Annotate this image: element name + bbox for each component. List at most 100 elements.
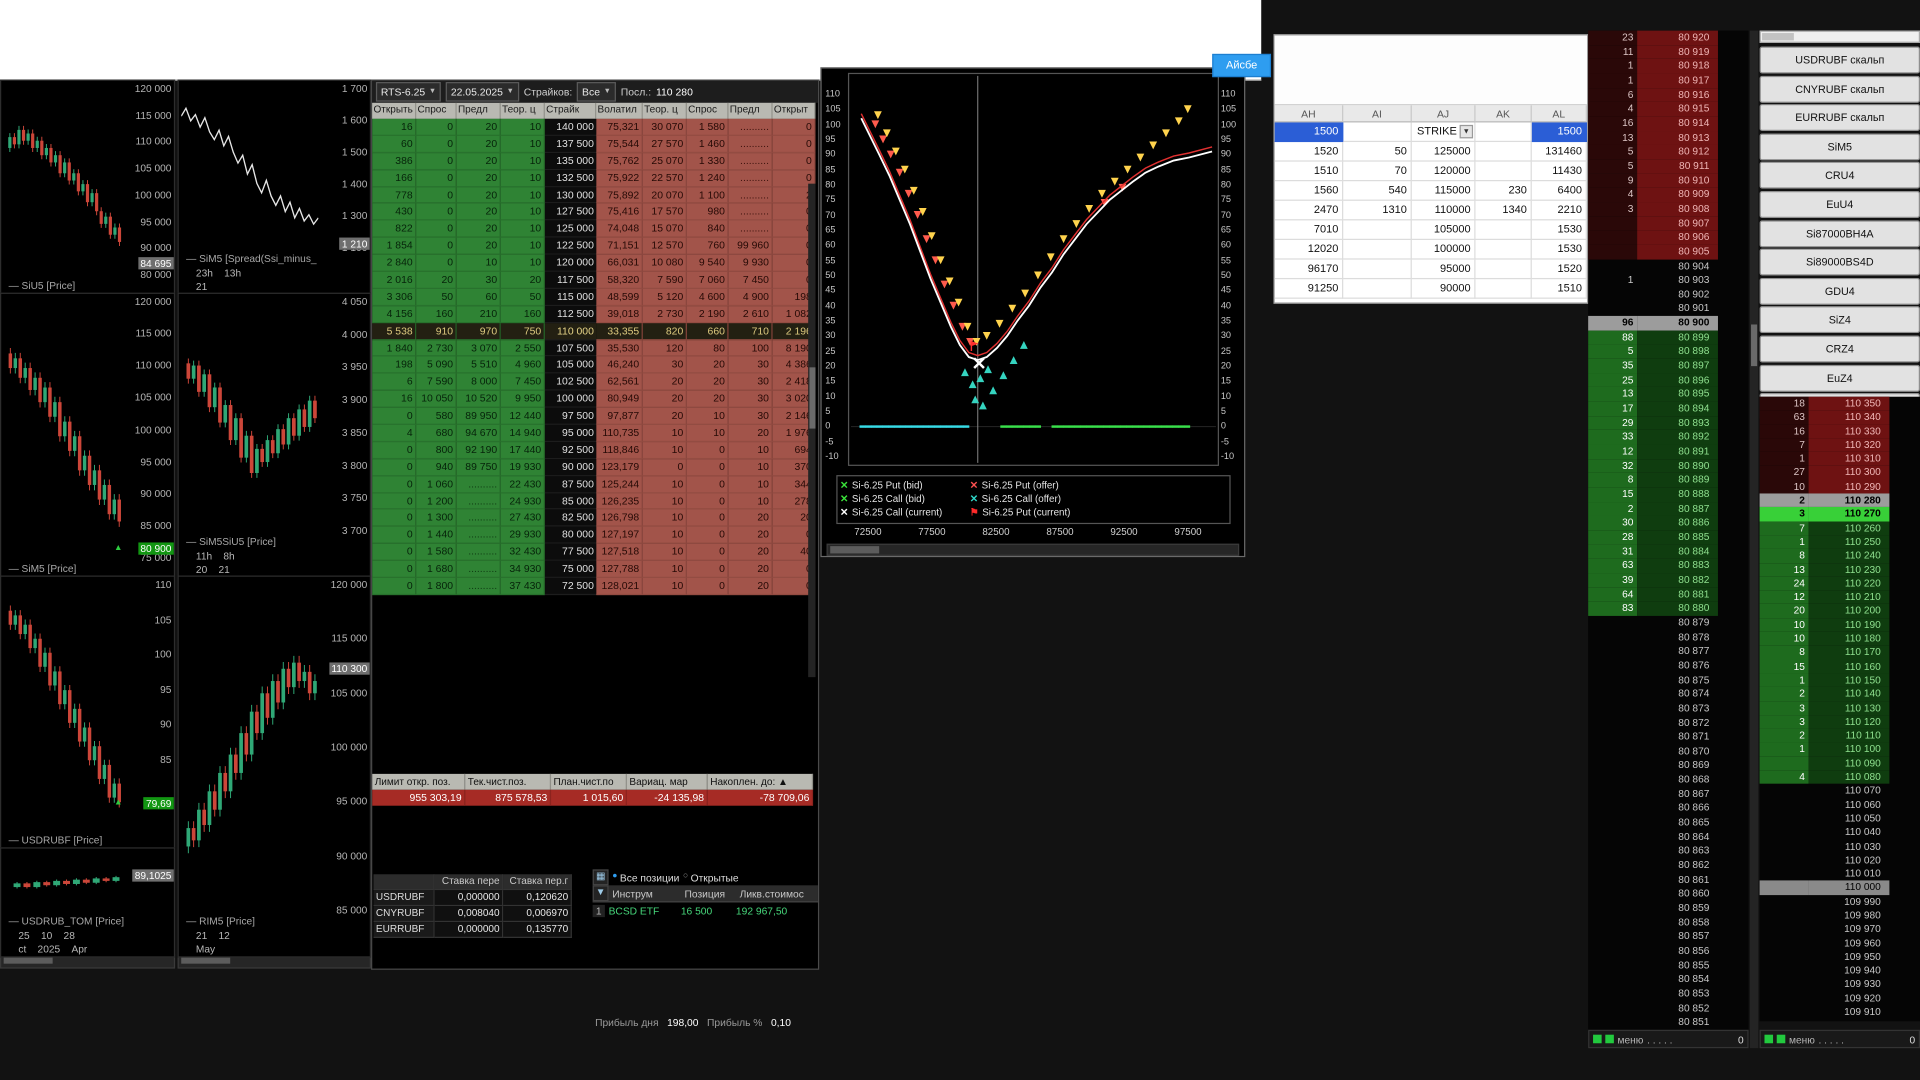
strike-cell[interactable]: 107 500 xyxy=(545,340,596,357)
dom-volume-cell[interactable]: 83 xyxy=(1588,602,1637,616)
dom-price-cell[interactable]: 110 200 xyxy=(1809,604,1890,618)
options-cell[interactable]: 1 580 xyxy=(687,119,729,136)
dom-price-cell[interactable]: 80 910 xyxy=(1637,173,1718,187)
dom-volume-cell[interactable] xyxy=(1588,259,1637,273)
dom-volume-cell[interactable] xyxy=(1588,858,1637,872)
column-header[interactable]: AI xyxy=(1343,105,1412,122)
options-cell[interactable]: 127,788 xyxy=(596,561,643,578)
options-cell[interactable]: 20 xyxy=(416,272,456,289)
options-cell[interactable]: 840 xyxy=(687,221,729,238)
options-cell[interactable]: 10 xyxy=(729,493,773,510)
dom-volume-cell[interactable]: 15 xyxy=(1760,660,1809,674)
options-cell[interactable]: 660 xyxy=(687,323,729,340)
dom-price-cell[interactable]: 80 908 xyxy=(1637,202,1718,216)
options-cell[interactable]: 1 330 xyxy=(687,153,729,170)
dom-price-cell[interactable]: 80 861 xyxy=(1637,873,1718,887)
options-cell[interactable]: .......... xyxy=(457,578,501,595)
options-cell[interactable]: 0 xyxy=(687,510,729,527)
options-cell[interactable]: 2 840 xyxy=(372,255,416,272)
dom-volume-cell[interactable] xyxy=(1588,673,1637,687)
chart-panel-usdrubf[interactable]: 11010510095908579,69▲— USDRUBF [Price] xyxy=(0,576,175,850)
dom-volume-cell[interactable]: 8 xyxy=(1588,473,1637,487)
options-cell[interactable]: 10 xyxy=(501,204,545,221)
dom-volume-cell[interactable] xyxy=(1588,973,1637,987)
strike-cell[interactable]: 85 000 xyxy=(545,493,596,510)
dom-volume-cell[interactable]: 18 xyxy=(1760,397,1809,411)
options-cell[interactable]: 10 080 xyxy=(643,255,687,272)
dom-volume-cell[interactable]: 30 xyxy=(1588,516,1637,530)
dom-price-cell[interactable]: 80 853 xyxy=(1637,987,1718,1001)
options-cell[interactable]: 30 xyxy=(729,391,773,408)
options-cell[interactable]: .......... xyxy=(457,510,501,527)
dom-price-cell[interactable]: 80 854 xyxy=(1637,973,1718,987)
options-cell[interactable]: 198 xyxy=(372,357,416,374)
sheet-cell[interactable]: 1560 xyxy=(1275,181,1344,201)
dom-price-cell[interactable]: 110 110 xyxy=(1809,729,1890,743)
dom-volume-cell[interactable]: 1 xyxy=(1588,59,1637,73)
limits-header-cell[interactable]: Тек.чист.поз. xyxy=(465,774,551,790)
dom-price-cell[interactable]: 80 851 xyxy=(1637,1015,1718,1029)
options-cell[interactable]: 27 430 xyxy=(501,510,545,527)
dom-price-cell[interactable]: 109 910 xyxy=(1809,1005,1890,1019)
chart-panel-sim5[interactable]: 120 000115 000110 000105 000100 00095 00… xyxy=(0,293,175,578)
options-cell[interactable]: 5 510 xyxy=(457,357,501,374)
options-cell[interactable]: 680 xyxy=(416,425,456,442)
dom-price-cell[interactable]: 110 290 xyxy=(1809,480,1890,494)
positions-header-cell[interactable]: Ликв.стоимос xyxy=(740,887,816,899)
right-panel-scrollbar[interactable] xyxy=(1760,31,1920,43)
options-scrollbar[interactable] xyxy=(808,184,815,677)
dom-price-cell[interactable]: 110 000 xyxy=(1809,881,1890,895)
options-cell[interactable]: 17 570 xyxy=(643,204,687,221)
options-cell[interactable]: 123,179 xyxy=(596,459,643,476)
dom-price-cell[interactable]: 80 871 xyxy=(1637,730,1718,744)
strike-cell[interactable]: 140 000 xyxy=(545,119,596,136)
dom-volume-cell[interactable] xyxy=(1760,978,1809,992)
dom-volume-cell[interactable] xyxy=(1760,964,1809,978)
options-cell[interactable]: 0 xyxy=(416,221,456,238)
dom-price-cell[interactable]: 80 906 xyxy=(1637,230,1718,244)
dom-volume-cell[interactable] xyxy=(1760,756,1809,770)
chart-panel-rim5[interactable]: 120 000115 000105 000100 00095 00090 000… xyxy=(178,576,371,958)
dom-price-cell[interactable]: 80 919 xyxy=(1637,45,1718,59)
sheet-cell[interactable]: 50 xyxy=(1343,142,1412,162)
filter-icon[interactable]: ▼ xyxy=(593,885,609,901)
dom-price-cell[interactable]: 80 868 xyxy=(1637,773,1718,787)
instrument-button[interactable]: EuU4 xyxy=(1760,191,1920,218)
dom-price-cell[interactable]: 110 150 xyxy=(1809,673,1890,687)
dom-volume-cell[interactable]: 27 xyxy=(1760,466,1809,480)
options-cell[interactable]: 10 xyxy=(643,442,687,459)
dom-price-cell[interactable]: 80 898 xyxy=(1637,345,1718,359)
sheet-cell[interactable] xyxy=(1476,240,1532,260)
dom-price-cell[interactable]: 110 010 xyxy=(1809,867,1890,881)
options-cell[interactable]: 0 xyxy=(416,119,456,136)
sheet-cell[interactable]: 540 xyxy=(1343,181,1412,201)
dom-price-cell[interactable]: 80 881 xyxy=(1637,587,1718,601)
options-cell[interactable]: 62,561 xyxy=(596,374,643,391)
options-cell[interactable]: 71,151 xyxy=(596,238,643,255)
options-cell[interactable]: 0 xyxy=(687,493,729,510)
options-cell[interactable]: 20 070 xyxy=(643,187,687,204)
options-cell[interactable]: 20 xyxy=(457,204,501,221)
options-cell[interactable]: .......... xyxy=(729,204,773,221)
options-cell[interactable]: 89 950 xyxy=(457,408,501,425)
instrument-button[interactable]: CRU4 xyxy=(1760,162,1920,189)
options-cell[interactable]: 27 570 xyxy=(643,136,687,153)
options-cell[interactable]: 20 xyxy=(457,119,501,136)
sheet-cell[interactable]: 96170 xyxy=(1275,260,1344,280)
dom-price-cell[interactable]: 80 909 xyxy=(1637,188,1718,202)
dom-volume-cell[interactable] xyxy=(1588,630,1637,644)
dom-price-cell[interactable]: 80 915 xyxy=(1637,102,1718,116)
dom-price-cell[interactable]: 80 894 xyxy=(1637,402,1718,416)
scroll-handle[interactable] xyxy=(830,546,879,553)
chart-panel-usdrub-tom[interactable]: 89,1025— USDRUB_TOM [Price]25 10 28ct 20… xyxy=(0,847,175,957)
dom-volume-cell[interactable]: 33 xyxy=(1588,430,1637,444)
vol-scrollbar[interactable] xyxy=(827,544,1240,556)
dom-price-cell[interactable]: 80 875 xyxy=(1637,673,1718,687)
options-cell[interactable]: 10 xyxy=(501,238,545,255)
options-cell[interactable]: 128,021 xyxy=(596,578,643,595)
position-row[interactable]: 1 BCSD ETF 16 500 192 967,50 xyxy=(593,902,818,918)
options-cell[interactable]: 210 xyxy=(457,306,501,323)
options-cell[interactable]: 0 xyxy=(416,238,456,255)
dom-price-cell[interactable]: 110 170 xyxy=(1809,646,1890,660)
options-cell[interactable]: 10 xyxy=(729,476,773,493)
